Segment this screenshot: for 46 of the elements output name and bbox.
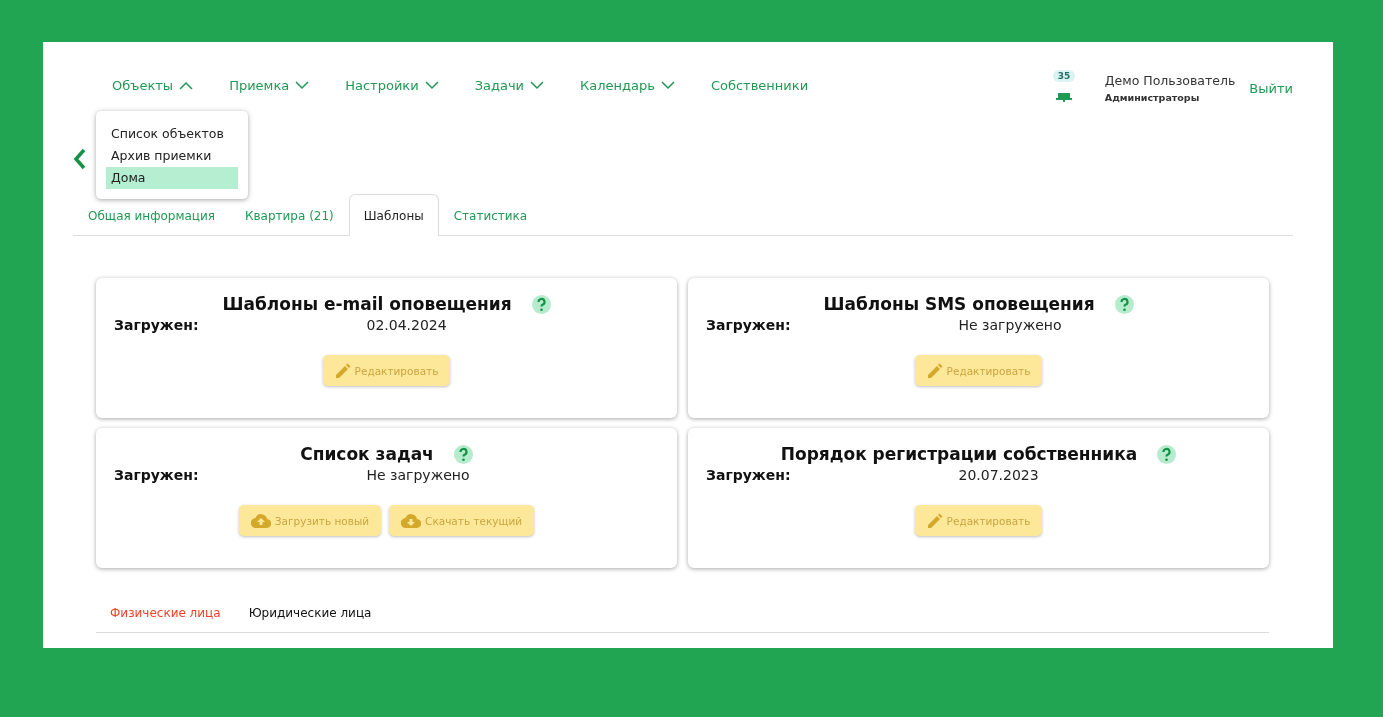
loaded-value: Не загружено	[366, 467, 470, 483]
loaded-value: Не загружено	[958, 317, 1062, 333]
edit-button[interactable]: Редактировать	[914, 505, 1043, 536]
dropdown-item[interactable]: Дома	[106, 167, 238, 189]
logout-link[interactable]: Выйти	[1249, 80, 1293, 96]
dropdown-item[interactable]: Список объектов	[106, 123, 238, 145]
tab[interactable]: Квартира (21)	[230, 194, 349, 236]
card-title: Шаблоны SMS оповещения	[823, 294, 1095, 314]
subtab[interactable]: Юридические лица	[248, 606, 372, 620]
user-role: Администраторы	[1104, 92, 1201, 103]
tab[interactable]: Шаблоны	[348, 194, 439, 236]
user-name: Демо Пользователь	[1104, 73, 1236, 88]
download-button[interactable]: Скачать текущий	[389, 505, 535, 536]
cloud-download-icon	[401, 513, 422, 528]
back-chevron-icon[interactable]	[73, 147, 87, 170]
help-icon[interactable]	[453, 444, 473, 464]
pencil-icon	[334, 362, 351, 379]
loaded-label: Загружен:	[114, 317, 199, 333]
card-title: Шаблоны e-mail оповещения	[222, 294, 512, 314]
dropdown-item[interactable]: Архив приемки	[106, 145, 238, 167]
edit-button[interactable]: Редактировать	[322, 355, 451, 386]
loaded-label: Загружен:	[706, 467, 791, 483]
loaded-label: Загружен:	[706, 317, 791, 333]
loaded-value: 02.04.2024	[366, 317, 447, 333]
cloud-upload-icon	[250, 513, 271, 528]
pencil-icon	[926, 362, 943, 379]
nav-menu-item[interactable]: Календарь	[580, 77, 675, 93]
notification-count: 35	[1052, 70, 1076, 82]
help-icon[interactable]	[531, 294, 551, 314]
tab[interactable]: Общая информация	[73, 194, 230, 236]
nav-menu-item[interactable]: Задачи	[474, 77, 545, 93]
card-title: Список задач	[300, 444, 434, 464]
nav-menu-item[interactable]: Объекты	[112, 77, 194, 93]
nav-menu-item[interactable]: Настройки	[345, 77, 439, 93]
tab[interactable]: Статистика	[438, 194, 543, 236]
loaded-label: Загружен:	[114, 467, 199, 483]
nav-menu-item[interactable]: Собственники	[710, 77, 809, 93]
card-title: Порядок регистрации собственника	[780, 444, 1138, 464]
loaded-value: 20.07.2023	[958, 467, 1039, 483]
subtab[interactable]: Физические лица	[110, 606, 221, 620]
help-icon[interactable]	[1114, 294, 1134, 314]
upload-button[interactable]: Загрузить новый	[238, 505, 382, 536]
nav-menu-item[interactable]: Приемка	[229, 77, 310, 93]
pencil-icon	[926, 512, 943, 529]
edit-button[interactable]: Редактировать	[914, 355, 1043, 386]
help-icon[interactable]	[1157, 444, 1177, 464]
